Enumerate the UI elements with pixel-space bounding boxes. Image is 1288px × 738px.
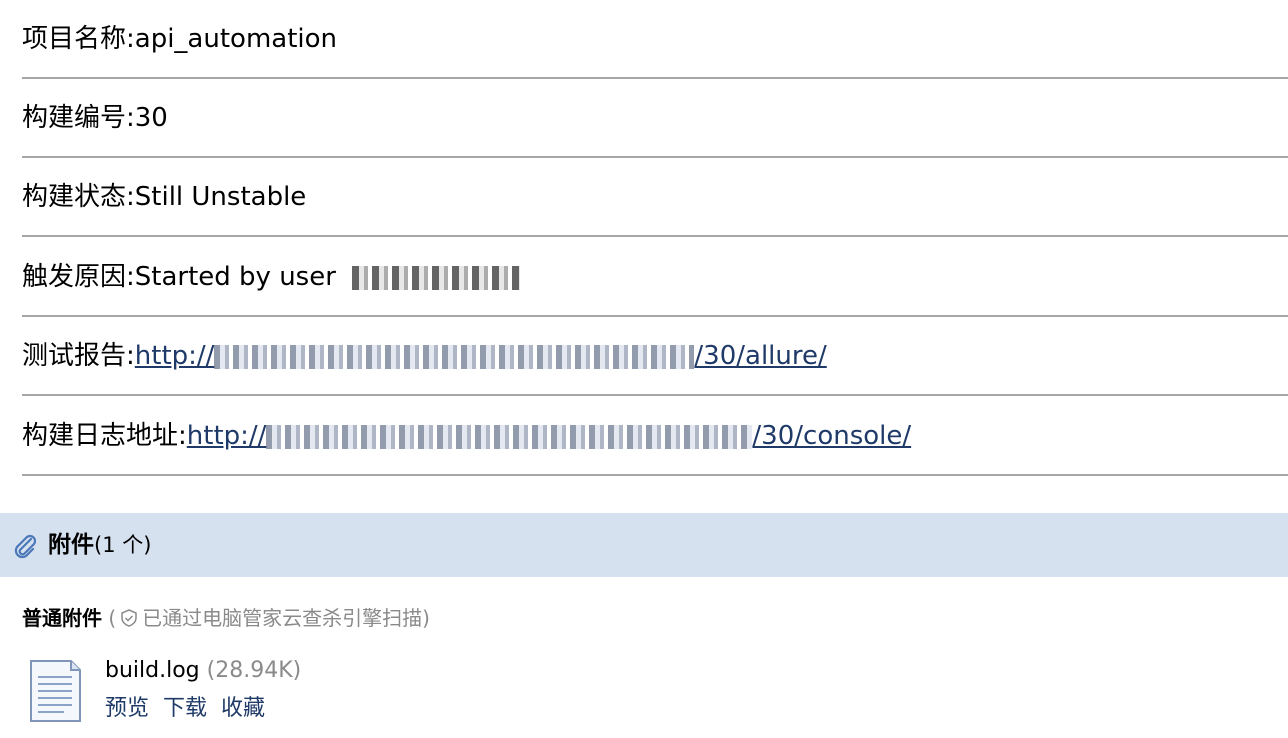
preview-link[interactable]: 预览 <box>105 696 149 721</box>
build-log-link-prefix: http:// <box>186 421 267 451</box>
build-log-label: 构建日志地址: <box>22 421 187 451</box>
test-report-link-suffix: /30/allure/ <box>694 341 827 371</box>
row-test-report: 测试报告:http:// /30/allure/ <box>22 317 1288 396</box>
attachment-file: build.log (28.94K) <box>105 656 301 686</box>
scan-open-paren: ( <box>108 606 117 630</box>
paperclip-icon <box>14 534 37 559</box>
file-actions: 预览 下载 收藏 <box>105 694 279 724</box>
download-link[interactable]: 下载 <box>163 696 207 721</box>
favorite-link[interactable]: 收藏 <box>221 696 265 721</box>
attachments-header: 附件(1 个) <box>0 513 1288 577</box>
scan-status: ( 已通过电脑管家云查杀引擎扫描) <box>108 606 430 630</box>
redacted-username <box>352 265 521 290</box>
shield-check-icon <box>121 609 137 627</box>
normal-attachments-title: 普通附件 <box>22 606 102 630</box>
build-status-label: 构建状态: <box>22 182 135 212</box>
trigger-reason-label: 触发原因: <box>22 262 135 292</box>
project-value: api_automation <box>134 24 338 54</box>
attachments-count: (1 个) <box>94 533 152 557</box>
row-build-number: 构建编号:30 <box>22 79 1288 158</box>
build-number-value: 30 <box>134 103 168 133</box>
row-project: 项目名称:api_automation <box>22 0 1288 79</box>
build-log-link-suffix: /30/console/ <box>752 421 912 451</box>
normal-attachments-label: 普通附件 ( 已通过电脑管家云查杀引擎扫描) <box>22 603 430 633</box>
row-build-status: 构建状态:Still Unstable <box>22 158 1288 237</box>
row-trigger-reason: 触发原因:Started by user <box>22 238 1288 317</box>
test-report-label: 测试报告: <box>22 341 135 371</box>
document-icon <box>30 660 81 722</box>
attachments-title-text: 附件 <box>48 532 94 558</box>
build-log-link[interactable]: http:// /30/console/ <box>187 421 911 451</box>
build-number-label: 构建编号: <box>22 103 135 133</box>
redacted-url-host <box>214 344 695 369</box>
trigger-reason-value: Started by user <box>134 262 336 292</box>
project-label: 项目名称: <box>22 24 135 54</box>
attachments-title: 附件(1 个) <box>48 528 151 562</box>
redacted-url-host <box>266 424 753 449</box>
scan-text: 已通过电脑管家云查杀引擎扫描) <box>142 606 430 630</box>
file-size: (28.94K) <box>206 658 302 683</box>
test-report-link[interactable]: http:// /30/allure/ <box>135 341 827 371</box>
build-status-value: Still Unstable <box>134 182 307 212</box>
test-report-link-prefix: http:// <box>134 341 215 371</box>
row-build-log: 构建日志地址:http:// /30/console/ <box>22 397 1288 476</box>
file-name[interactable]: build.log <box>105 658 200 683</box>
